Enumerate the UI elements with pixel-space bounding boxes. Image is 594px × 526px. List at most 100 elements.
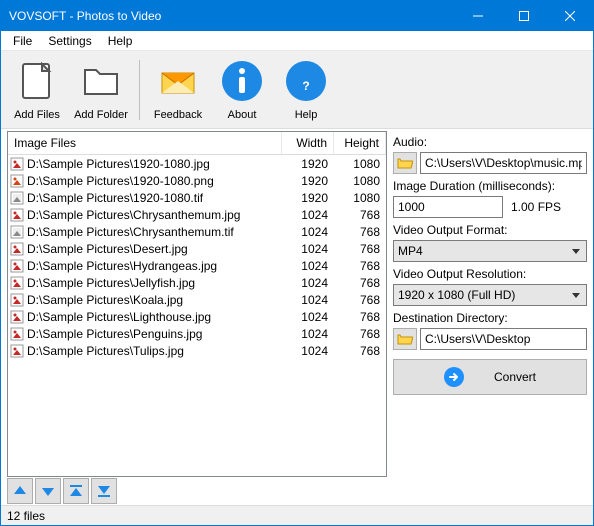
file-path: D:\Sample Pictures\Penguins.jpg (27, 327, 202, 341)
question-icon: ? (282, 57, 330, 105)
resolution-value: 1920 x 1080 (Full HD) (398, 288, 515, 302)
table-row[interactable]: D:\Sample Pictures\Lighthouse.jpg1024768 (8, 308, 386, 325)
file-height: 768 (334, 259, 386, 273)
about-button[interactable]: About (210, 53, 274, 127)
fps-label: 1.00 FPS (511, 200, 561, 214)
convert-button[interactable]: Convert (393, 359, 587, 395)
table-row[interactable]: D:\Sample Pictures\Desert.jpg1024768 (8, 240, 386, 257)
format-value: MP4 (398, 244, 423, 258)
list-header: Image Files Width Height (8, 132, 386, 155)
minimize-button[interactable] (455, 1, 501, 31)
col-width[interactable]: Width (282, 132, 334, 154)
file-icon (13, 57, 61, 105)
file-height: 768 (334, 208, 386, 222)
file-height: 1080 (334, 157, 386, 171)
resolution-label: Video Output Resolution: (393, 267, 587, 281)
dest-input[interactable] (420, 328, 587, 350)
file-width: 1024 (282, 225, 334, 239)
move-top-button[interactable] (63, 478, 89, 504)
audio-input[interactable] (420, 152, 587, 174)
convert-label: Convert (494, 370, 536, 384)
close-button[interactable] (547, 1, 593, 31)
format-combo[interactable]: MP4 (393, 240, 587, 262)
file-list[interactable]: Image Files Width Height D:\Sample Pictu… (7, 131, 387, 477)
file-path: D:\Sample Pictures\1920-1080.jpg (27, 157, 210, 171)
table-row[interactable]: D:\Sample Pictures\Chrysanthemum.tif1024… (8, 223, 386, 240)
file-height: 768 (334, 293, 386, 307)
help-button[interactable]: ? Help (274, 53, 338, 127)
arrow-bar (7, 477, 387, 505)
file-path: D:\Sample Pictures\1920-1080.png (27, 174, 214, 188)
move-down-button[interactable] (35, 478, 61, 504)
file-width: 1024 (282, 276, 334, 290)
table-row[interactable]: D:\Sample Pictures\Tulips.jpg 1024768 (8, 342, 386, 359)
toolbar-separator (139, 60, 140, 120)
audio-browse-button[interactable] (393, 152, 417, 174)
audio-label: Audio: (393, 135, 587, 149)
feedback-button[interactable]: Feedback (146, 53, 210, 127)
maximize-button[interactable] (501, 1, 547, 31)
resolution-combo[interactable]: 1920 x 1080 (Full HD) (393, 284, 587, 306)
file-path: D:\Sample Pictures\Tulips.jpg (27, 344, 184, 358)
file-path: D:\Sample Pictures\Hydrangeas.jpg (27, 259, 217, 273)
file-width: 1920 (282, 191, 334, 205)
file-width: 1024 (282, 344, 334, 358)
status-text: 12 files (7, 509, 45, 523)
help-label: Help (295, 109, 318, 121)
dest-browse-button[interactable] (393, 328, 417, 350)
table-row[interactable]: D:\Sample Pictures\1920-1080.jpg 19201080 (8, 155, 386, 172)
add-files-button[interactable]: Add Files (5, 53, 69, 127)
file-height: 768 (334, 276, 386, 290)
file-height: 768 (334, 344, 386, 358)
file-width: 1024 (282, 242, 334, 256)
file-width: 1024 (282, 293, 334, 307)
add-folder-label: Add Folder (74, 109, 128, 121)
col-image-files[interactable]: Image Files (8, 132, 282, 154)
file-height: 1080 (334, 174, 386, 188)
duration-label: Image Duration (milliseconds): (393, 179, 587, 193)
format-label: Video Output Format: (393, 223, 587, 237)
table-row[interactable]: D:\Sample Pictures\Koala.jpg 1024768 (8, 291, 386, 308)
info-icon (218, 57, 266, 105)
table-row[interactable]: D:\Sample Pictures\Penguins.jpg 1024768 (8, 325, 386, 342)
table-row[interactable]: D:\Sample Pictures\1920-1080.png 19201080 (8, 172, 386, 189)
svg-text:?: ? (302, 79, 309, 93)
file-width: 1920 (282, 157, 334, 171)
file-path: D:\Sample Pictures\1920-1080.tif (27, 191, 203, 205)
file-path: D:\Sample Pictures\Chrysanthemum.jpg (27, 208, 240, 222)
table-row[interactable]: D:\Sample Pictures\Hydrangeas.jpg 1024768 (8, 257, 386, 274)
menu-help[interactable]: Help (100, 32, 141, 50)
arrow-right-circle-icon (444, 367, 464, 387)
file-height: 768 (334, 225, 386, 239)
statusbar: 12 files (1, 505, 593, 525)
titlebar: VOVSOFT - Photos to Video (1, 1, 593, 31)
envelope-icon (154, 57, 202, 105)
duration-input[interactable] (393, 196, 503, 218)
menu-settings[interactable]: Settings (40, 32, 99, 50)
file-path: D:\Sample Pictures\Jellyfish.jpg (27, 276, 195, 290)
window-title: VOVSOFT - Photos to Video (9, 9, 455, 23)
table-row[interactable]: D:\Sample Pictures\1920-1080.tif 19201080 (8, 189, 386, 206)
toolbar: Add Files Add Folder Feedback About ? He… (1, 51, 593, 129)
file-height: 1080 (334, 191, 386, 205)
file-width: 1024 (282, 208, 334, 222)
col-height[interactable]: Height (334, 132, 386, 154)
file-height: 768 (334, 310, 386, 324)
menu-file[interactable]: File (5, 32, 40, 50)
file-path: D:\Sample Pictures\Lighthouse.jpg (27, 310, 211, 324)
folder-open-icon (397, 156, 413, 170)
table-row[interactable]: D:\Sample Pictures\Jellyfish.jpg 1024768 (8, 274, 386, 291)
file-width: 1024 (282, 259, 334, 273)
file-path: D:\Sample Pictures\Koala.jpg (27, 293, 183, 307)
move-up-button[interactable] (7, 478, 33, 504)
file-width: 1920 (282, 174, 334, 188)
file-height: 768 (334, 242, 386, 256)
file-width: 1024 (282, 327, 334, 341)
table-row[interactable]: D:\Sample Pictures\Chrysanthemum.jpg 1024… (8, 206, 386, 223)
add-folder-button[interactable]: Add Folder (69, 53, 133, 127)
file-height: 768 (334, 327, 386, 341)
folder-open-icon (397, 332, 413, 346)
move-bottom-button[interactable] (91, 478, 117, 504)
menubar: File Settings Help (1, 31, 593, 51)
add-files-label: Add Files (14, 109, 60, 121)
